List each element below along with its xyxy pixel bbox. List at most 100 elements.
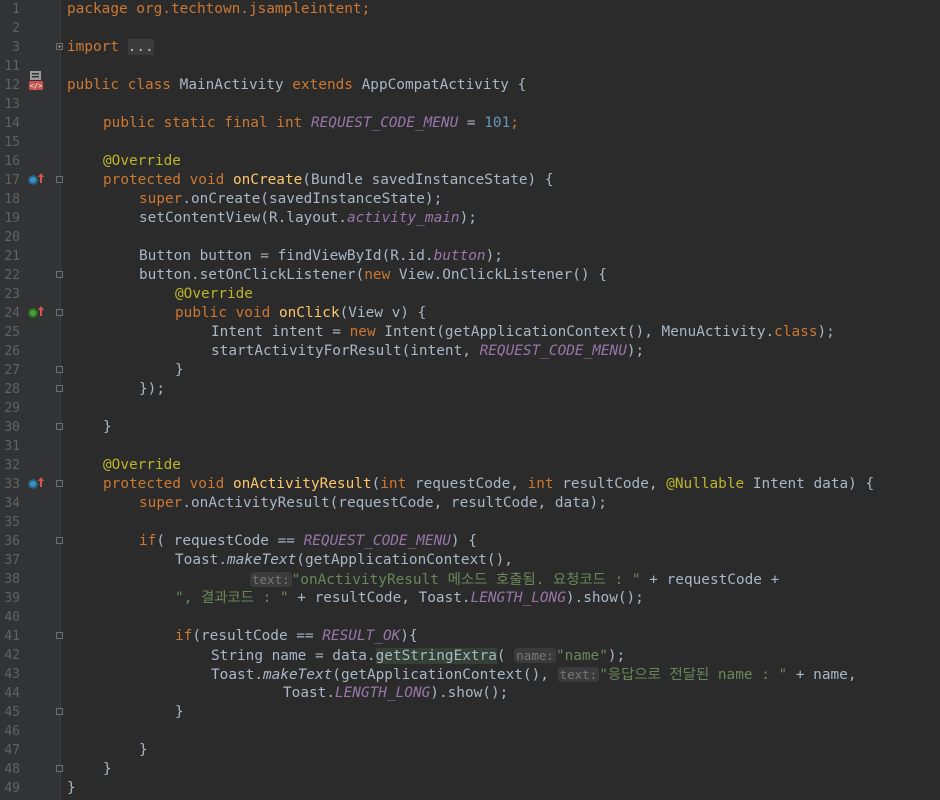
code-line[interactable]: 19 setContentView(R.layout.activity_main…: [0, 209, 940, 228]
statement[interactable]: Toast.makeText(getApplicationContext(), …: [211, 665, 857, 685]
statement[interactable]: button.setOnClickListener(new View.OnCli…: [139, 266, 607, 285]
code-line[interactable]: 29: [0, 399, 940, 418]
collapse-fold-icon[interactable]: [56, 271, 63, 278]
collapse-fold-icon[interactable]: [56, 480, 63, 487]
collapse-fold-icon[interactable]: [56, 537, 63, 544]
code-line[interactable]: 34 super.onActivityResult(requestCode, r…: [0, 494, 940, 513]
code-line[interactable]: 32 @Override: [0, 456, 940, 475]
collapse-fold-icon[interactable]: [56, 708, 63, 715]
annotation: @Nullable: [666, 476, 745, 492]
statement[interactable]: Intent intent = new Intent(getApplicatio…: [211, 323, 835, 342]
static-method: makeText: [262, 667, 333, 683]
closing-brace[interactable]: }: [67, 779, 76, 798]
statement[interactable]: startActivityForResult(intent, REQUEST_C…: [211, 342, 644, 361]
collapse-fold-icon[interactable]: [56, 632, 63, 639]
code-line[interactable]: 44 Toast.LENGTH_LONG).show();: [0, 684, 940, 703]
statement[interactable]: ", 결과코드 : " + resultCode, Toast.LENGTH_L…: [175, 589, 644, 608]
code-line[interactable]: 11: [0, 57, 940, 76]
code-line[interactable]: 33 protected void onActivityResult(int r…: [0, 475, 940, 494]
package-statement[interactable]: package org.techtown.jsampleintent;: [67, 0, 370, 19]
closing-brace[interactable]: }: [103, 418, 112, 437]
statement[interactable]: String name = data.getStringExtra( name:…: [211, 646, 625, 666]
layout-file-icon[interactable]: </>: [27, 70, 45, 92]
code-line[interactable]: 16 @Override: [0, 152, 940, 171]
code-line[interactable]: 49 }: [0, 779, 940, 798]
collapse-fold-icon[interactable]: [56, 176, 63, 183]
code-line[interactable]: 31: [0, 437, 940, 456]
closing-brace[interactable]: }: [175, 361, 184, 380]
code-line[interactable]: 22 button.setOnClickListener(new View.On…: [0, 266, 940, 285]
code-line[interactable]: 21 Button button = findViewById(R.id.but…: [0, 247, 940, 266]
code-line[interactable]: 14 public static final int REQUEST_CODE_…: [0, 114, 940, 133]
code-line[interactable]: 15: [0, 133, 940, 152]
code-line[interactable]: 24 public void onClick(View v) {: [0, 304, 940, 323]
code-line[interactable]: 20: [0, 228, 940, 247]
closing-brace[interactable]: }: [103, 760, 112, 779]
keyword: int: [380, 476, 407, 492]
statement[interactable]: Toast.LENGTH_LONG).show();: [283, 684, 508, 703]
code-line[interactable]: 17 protected void onCreate(Bundle savedI…: [0, 171, 940, 190]
implements-method-icon[interactable]: [28, 308, 38, 318]
collapse-fold-icon[interactable]: [56, 366, 63, 373]
method-declaration[interactable]: protected void onCreate(Bundle savedInst…: [103, 171, 554, 190]
closing-brace[interactable]: }: [139, 741, 148, 760]
code-line[interactable]: 27 }: [0, 361, 940, 380]
collapse-fold-icon[interactable]: [56, 423, 63, 430]
closing-brace[interactable]: }: [175, 703, 184, 722]
code-editor[interactable]: 1 package org.techtown.jsampleintent; 2 …: [0, 0, 940, 800]
code-line[interactable]: 47 }: [0, 741, 940, 760]
method-declaration[interactable]: public void onClick(View v) {: [175, 304, 426, 323]
code-line[interactable]: 13: [0, 95, 940, 114]
code-line[interactable]: 2: [0, 19, 940, 38]
code-line[interactable]: 1 package org.techtown.jsampleintent;: [0, 0, 940, 19]
class-declaration[interactable]: public class MainActivity extends AppCom…: [67, 76, 526, 95]
statement[interactable]: super.onActivityResult(requestCode, resu…: [139, 494, 607, 513]
code-line[interactable]: 46: [0, 722, 940, 741]
import-statement[interactable]: import ...: [67, 38, 154, 57]
statement[interactable]: Toast.makeText(getApplicationContext(),: [175, 551, 513, 570]
code-line[interactable]: 35: [0, 513, 940, 532]
collapse-fold-icon[interactable]: [56, 765, 63, 772]
closing-brace[interactable]: });: [139, 380, 165, 399]
code-line[interactable]: 28 });: [0, 380, 940, 399]
if-statement[interactable]: if( requestCode == REQUEST_CODE_MENU) {: [139, 532, 477, 551]
if-statement[interactable]: if(resultCode == RESULT_OK){: [175, 627, 418, 646]
code-line[interactable]: 39 ", 결과코드 : " + resultCode, Toast.LENGT…: [0, 589, 940, 608]
code-line[interactable]: 25 Intent intent = new Intent(getApplica…: [0, 323, 940, 342]
method-declaration[interactable]: protected void onActivityResult(int requ…: [103, 475, 874, 494]
annotation[interactable]: @Override: [103, 152, 181, 171]
code-line[interactable]: 45 }: [0, 703, 940, 722]
code-line[interactable]: 3 import ...: [0, 38, 940, 57]
code-line[interactable]: 12 </> public class MainActivity extends…: [0, 71, 940, 95]
statement[interactable]: text: "onActivityResult 메소드 호출됨. 요청코드 : "…: [250, 570, 779, 590]
statement[interactable]: setContentView(R.layout.activity_main);: [139, 209, 477, 228]
class-ref: Toast.: [283, 685, 335, 701]
code-line[interactable]: 41 if(resultCode == RESULT_OK){: [0, 627, 940, 646]
code-line[interactable]: 48 }: [0, 760, 940, 779]
expand-fold-icon[interactable]: [56, 43, 63, 50]
code-line[interactable]: 30 }: [0, 418, 940, 437]
overrides-method-icon[interactable]: [28, 175, 38, 185]
code-line[interactable]: 38 text: "onActivityResult 메소드 호출됨. 요청코드 …: [0, 570, 940, 589]
folded-imports[interactable]: ...: [127, 39, 154, 55]
code-line[interactable]: 42 String name = data.getStringExtra( na…: [0, 646, 940, 665]
code-line[interactable]: 43 Toast.makeText(getApplicationContext(…: [0, 665, 940, 684]
code-line[interactable]: 26 startActivityForResult(intent, REQUES…: [0, 342, 940, 361]
collapse-fold-icon[interactable]: [56, 309, 63, 316]
collapse-fold-icon[interactable]: [56, 385, 63, 392]
code-line[interactable]: 37 Toast.makeText(getApplicationContext(…: [0, 551, 940, 570]
code-line[interactable]: 23 @Override: [0, 285, 940, 304]
annotation[interactable]: @Override: [175, 285, 253, 304]
statement[interactable]: super.onCreate(savedInstanceState);: [139, 190, 442, 209]
code-line[interactable]: 18 super.onCreate(savedInstanceState);: [0, 190, 940, 209]
statement[interactable]: Button button = findViewById(R.id.button…: [139, 247, 503, 266]
code-line[interactable]: 40: [0, 608, 940, 627]
overrides-method-icon[interactable]: [28, 479, 38, 489]
line-number: 11: [4, 59, 20, 74]
svg-text:</>: </>: [30, 82, 43, 90]
code-line[interactable]: 36 if( requestCode == REQUEST_CODE_MENU)…: [0, 532, 940, 551]
string-literal: ", 결과코드 : ": [175, 590, 289, 606]
field-declaration[interactable]: public static final int REQUEST_CODE_MEN…: [103, 114, 519, 133]
class-name: MainActivity: [179, 77, 284, 93]
annotation[interactable]: @Override: [103, 456, 181, 475]
